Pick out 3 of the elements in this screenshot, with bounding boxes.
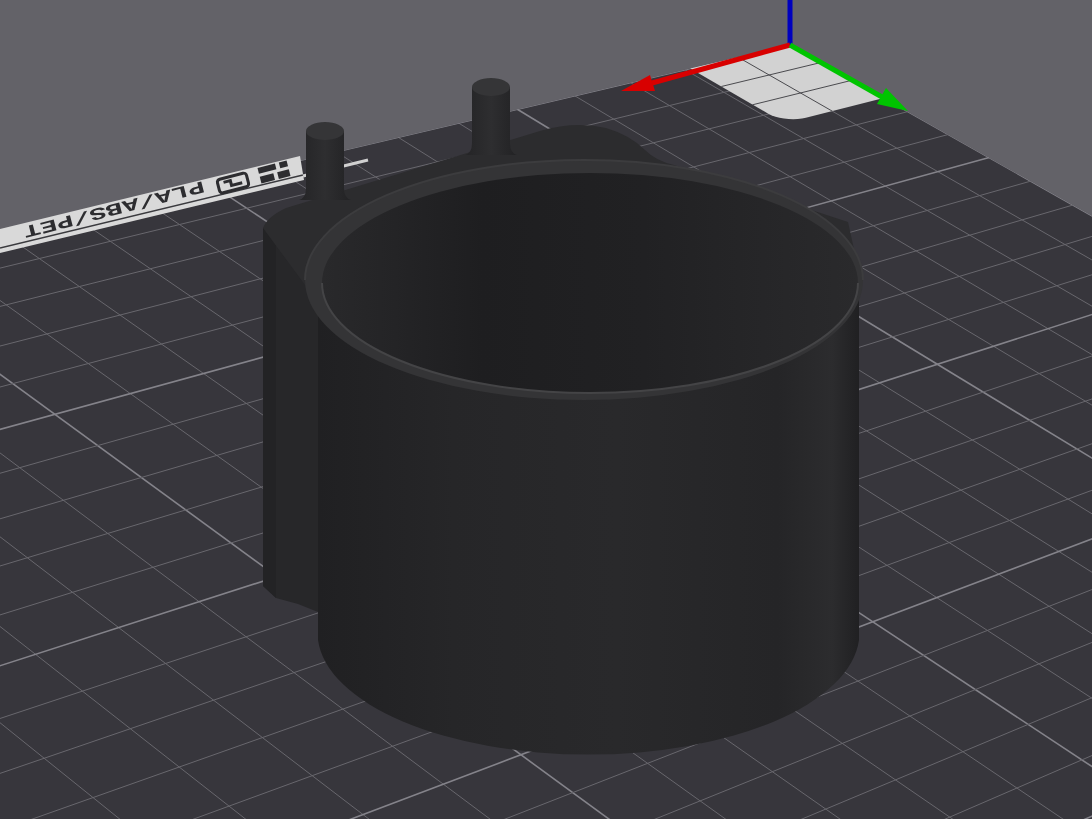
z-axis-line	[787, 0, 793, 46]
four-squares-icon	[257, 160, 291, 184]
square-symbol-icon	[215, 171, 251, 195]
